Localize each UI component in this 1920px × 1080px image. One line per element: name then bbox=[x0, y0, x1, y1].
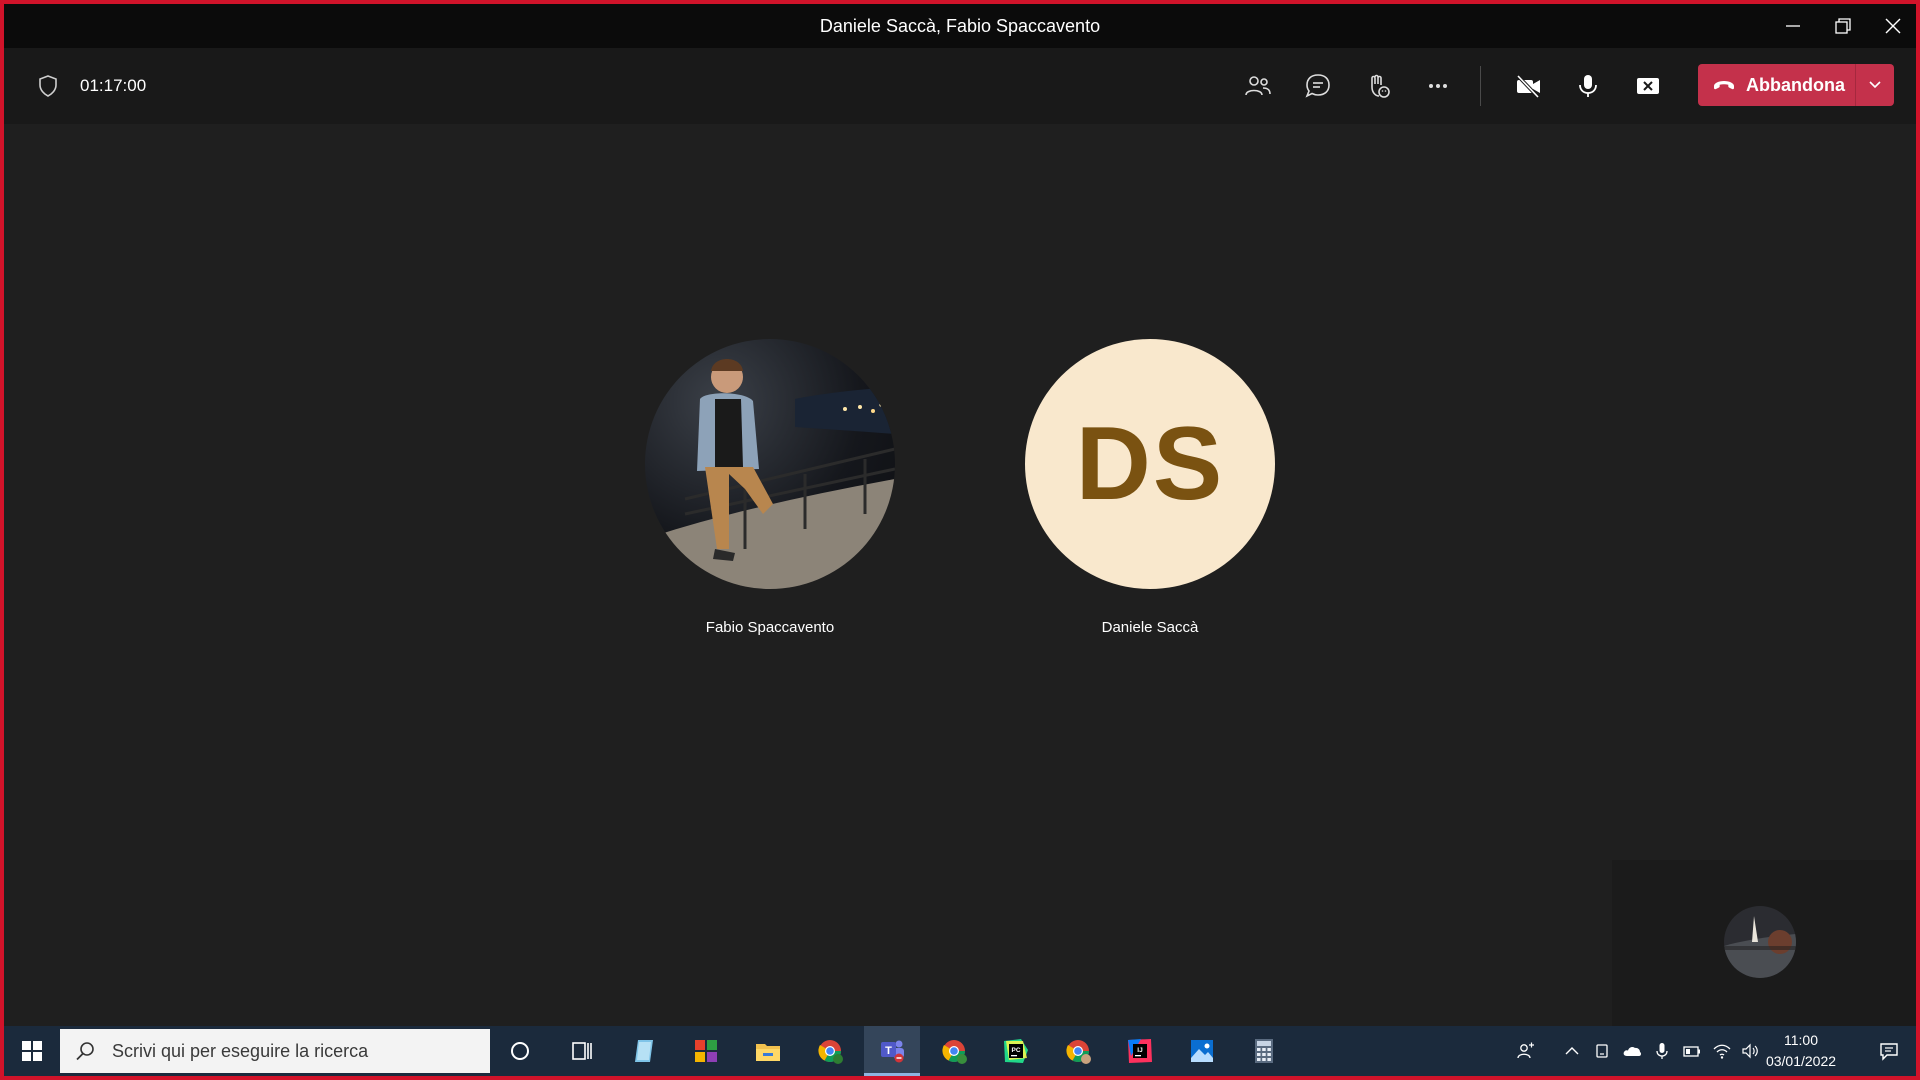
self-view-tile[interactable] bbox=[1612, 860, 1916, 1026]
taskbar-app-teams[interactable]: T bbox=[864, 1026, 920, 1076]
window-title: Daniele Saccà, Fabio Spaccavento bbox=[819, 16, 1101, 36]
participant-tile: Fabio Spaccavento bbox=[645, 339, 895, 636]
restore-button[interactable] bbox=[1818, 4, 1868, 48]
tray-device-button[interactable] bbox=[1588, 1026, 1616, 1076]
restore-icon bbox=[1835, 18, 1851, 34]
file-explorer-icon bbox=[756, 1044, 780, 1061]
share-screen-button[interactable] bbox=[1630, 68, 1666, 104]
person-photo-icon bbox=[645, 359, 895, 589]
chrome-r-icon bbox=[942, 1040, 967, 1064]
start-button[interactable] bbox=[4, 1026, 60, 1076]
taskbar-search-box[interactable]: Scrivi qui per eseguire la ricerca bbox=[60, 1029, 490, 1073]
hang-up-icon bbox=[1714, 81, 1734, 90]
clock-date: 03/01/2022 bbox=[1765, 1053, 1837, 1069]
camera-toggle-button[interactable] bbox=[1510, 68, 1546, 104]
microphone-icon bbox=[1579, 75, 1597, 97]
notepad-icon bbox=[635, 1040, 653, 1062]
chevron-up-icon bbox=[1565, 1047, 1579, 1055]
action-center-button[interactable] bbox=[1866, 1026, 1912, 1076]
notification-icon bbox=[1880, 1043, 1898, 1061]
leave-options-button[interactable] bbox=[1856, 64, 1894, 106]
taskbar-app-chrome-l[interactable] bbox=[802, 1026, 858, 1076]
task-view-button[interactable] bbox=[554, 1026, 610, 1076]
participant-name: Fabio Spaccavento bbox=[705, 619, 835, 636]
participant-tile: DS Daniele Saccà bbox=[1025, 339, 1275, 636]
tray-network-button[interactable] bbox=[1708, 1026, 1736, 1076]
raise-hand-icon bbox=[1371, 74, 1390, 98]
taskbar-clock[interactable]: 11:00 03/01/2022 bbox=[1756, 1030, 1846, 1072]
teams-icon: T bbox=[881, 1040, 904, 1062]
more-icon bbox=[1429, 84, 1447, 88]
participant-avatar-initials: DS bbox=[1025, 339, 1275, 589]
taskbar-app-chrome-r[interactable] bbox=[926, 1026, 982, 1076]
participant-avatar-photo bbox=[645, 339, 895, 589]
camera-off-icon bbox=[1516, 74, 1540, 99]
task-view-icon bbox=[572, 1042, 592, 1060]
clock-time: 11:00 bbox=[1784, 1032, 1818, 1048]
leave-main-button[interactable]: Abbandona bbox=[1698, 64, 1856, 106]
chevron-down-icon bbox=[1869, 81, 1881, 89]
pycharm-icon: PC bbox=[1004, 1039, 1028, 1063]
participant-name: Daniele Saccà bbox=[1101, 619, 1199, 636]
leave-label: Abbandona bbox=[1746, 74, 1845, 95]
people-tray-icon bbox=[1517, 1042, 1534, 1059]
svg-text:T: T bbox=[885, 1045, 892, 1057]
svg-text:IJ: IJ bbox=[1137, 1047, 1143, 1054]
more-actions-button[interactable] bbox=[1420, 68, 1456, 104]
taskbar-app-intellij[interactable]: IJ bbox=[1112, 1026, 1168, 1076]
title-bar: Daniele Saccà, Fabio Spaccavento bbox=[4, 4, 1916, 48]
call-timer: 01:17:00 bbox=[80, 76, 147, 95]
toolbar-divider bbox=[1480, 66, 1481, 106]
svg-text:PC: PC bbox=[1011, 1047, 1020, 1054]
taskbar-app-photos[interactable] bbox=[1174, 1026, 1230, 1076]
tray-battery-button[interactable] bbox=[1678, 1026, 1706, 1076]
windows-start-icon bbox=[22, 1041, 42, 1061]
close-icon bbox=[1885, 18, 1901, 34]
battery-icon bbox=[1683, 1046, 1700, 1057]
tray-onedrive-button[interactable] bbox=[1618, 1026, 1646, 1076]
colorful-app-icon bbox=[695, 1040, 717, 1062]
taskbar-app-file-explorer[interactable] bbox=[740, 1026, 796, 1076]
leave-button[interactable]: Abbandona bbox=[1698, 64, 1894, 106]
minimize-button[interactable] bbox=[1768, 4, 1818, 48]
participants-button[interactable] bbox=[1240, 68, 1276, 104]
meeting-toolbar: 01:17:00 Abbandona bbox=[4, 48, 1916, 124]
cloud-icon bbox=[1623, 1046, 1642, 1056]
taskbar-app-chrome-avatar[interactable] bbox=[1050, 1026, 1106, 1076]
search-icon bbox=[76, 1042, 94, 1061]
tray-people-button[interactable] bbox=[1512, 1026, 1540, 1076]
chat-icon bbox=[1305, 74, 1330, 98]
taskbar-app-notepad[interactable] bbox=[616, 1026, 672, 1076]
windows-taskbar: Scrivi qui per eseguire la ricerca T PC … bbox=[4, 1026, 1916, 1076]
self-photo-icon bbox=[1724, 906, 1796, 978]
people-icon bbox=[1245, 76, 1271, 96]
close-window-button[interactable] bbox=[1868, 4, 1918, 48]
cortana-button[interactable] bbox=[492, 1026, 548, 1076]
chat-button[interactable] bbox=[1300, 68, 1336, 104]
shield-icon bbox=[39, 75, 57, 97]
cortana-icon bbox=[511, 1042, 529, 1060]
taskbar-app-colorful[interactable] bbox=[678, 1026, 734, 1076]
chrome-l-icon bbox=[818, 1040, 843, 1064]
wifi-icon bbox=[1713, 1044, 1731, 1059]
intellij-icon: IJ bbox=[1128, 1039, 1152, 1063]
search-placeholder: Scrivi qui per eseguire la ricerca bbox=[112, 1040, 369, 1061]
participant-initials: DS bbox=[1075, 405, 1225, 522]
chrome-avatar-icon bbox=[1066, 1040, 1091, 1064]
photos-icon bbox=[1191, 1040, 1213, 1062]
microphone-toggle-button[interactable] bbox=[1570, 68, 1606, 104]
device-icon bbox=[1596, 1044, 1608, 1058]
tray-show-hidden-button[interactable] bbox=[1558, 1026, 1586, 1076]
tray-microphone-button[interactable] bbox=[1648, 1026, 1676, 1076]
minimize-icon bbox=[1786, 25, 1800, 27]
calculator-icon bbox=[1255, 1039, 1273, 1063]
taskbar-app-calculator[interactable] bbox=[1236, 1026, 1292, 1076]
reactions-button[interactable] bbox=[1360, 68, 1396, 104]
microphone-tray-icon bbox=[1656, 1043, 1668, 1059]
taskbar-app-pycharm[interactable]: PC bbox=[988, 1026, 1044, 1076]
self-avatar bbox=[1724, 906, 1796, 978]
share-stop-icon bbox=[1637, 78, 1659, 94]
